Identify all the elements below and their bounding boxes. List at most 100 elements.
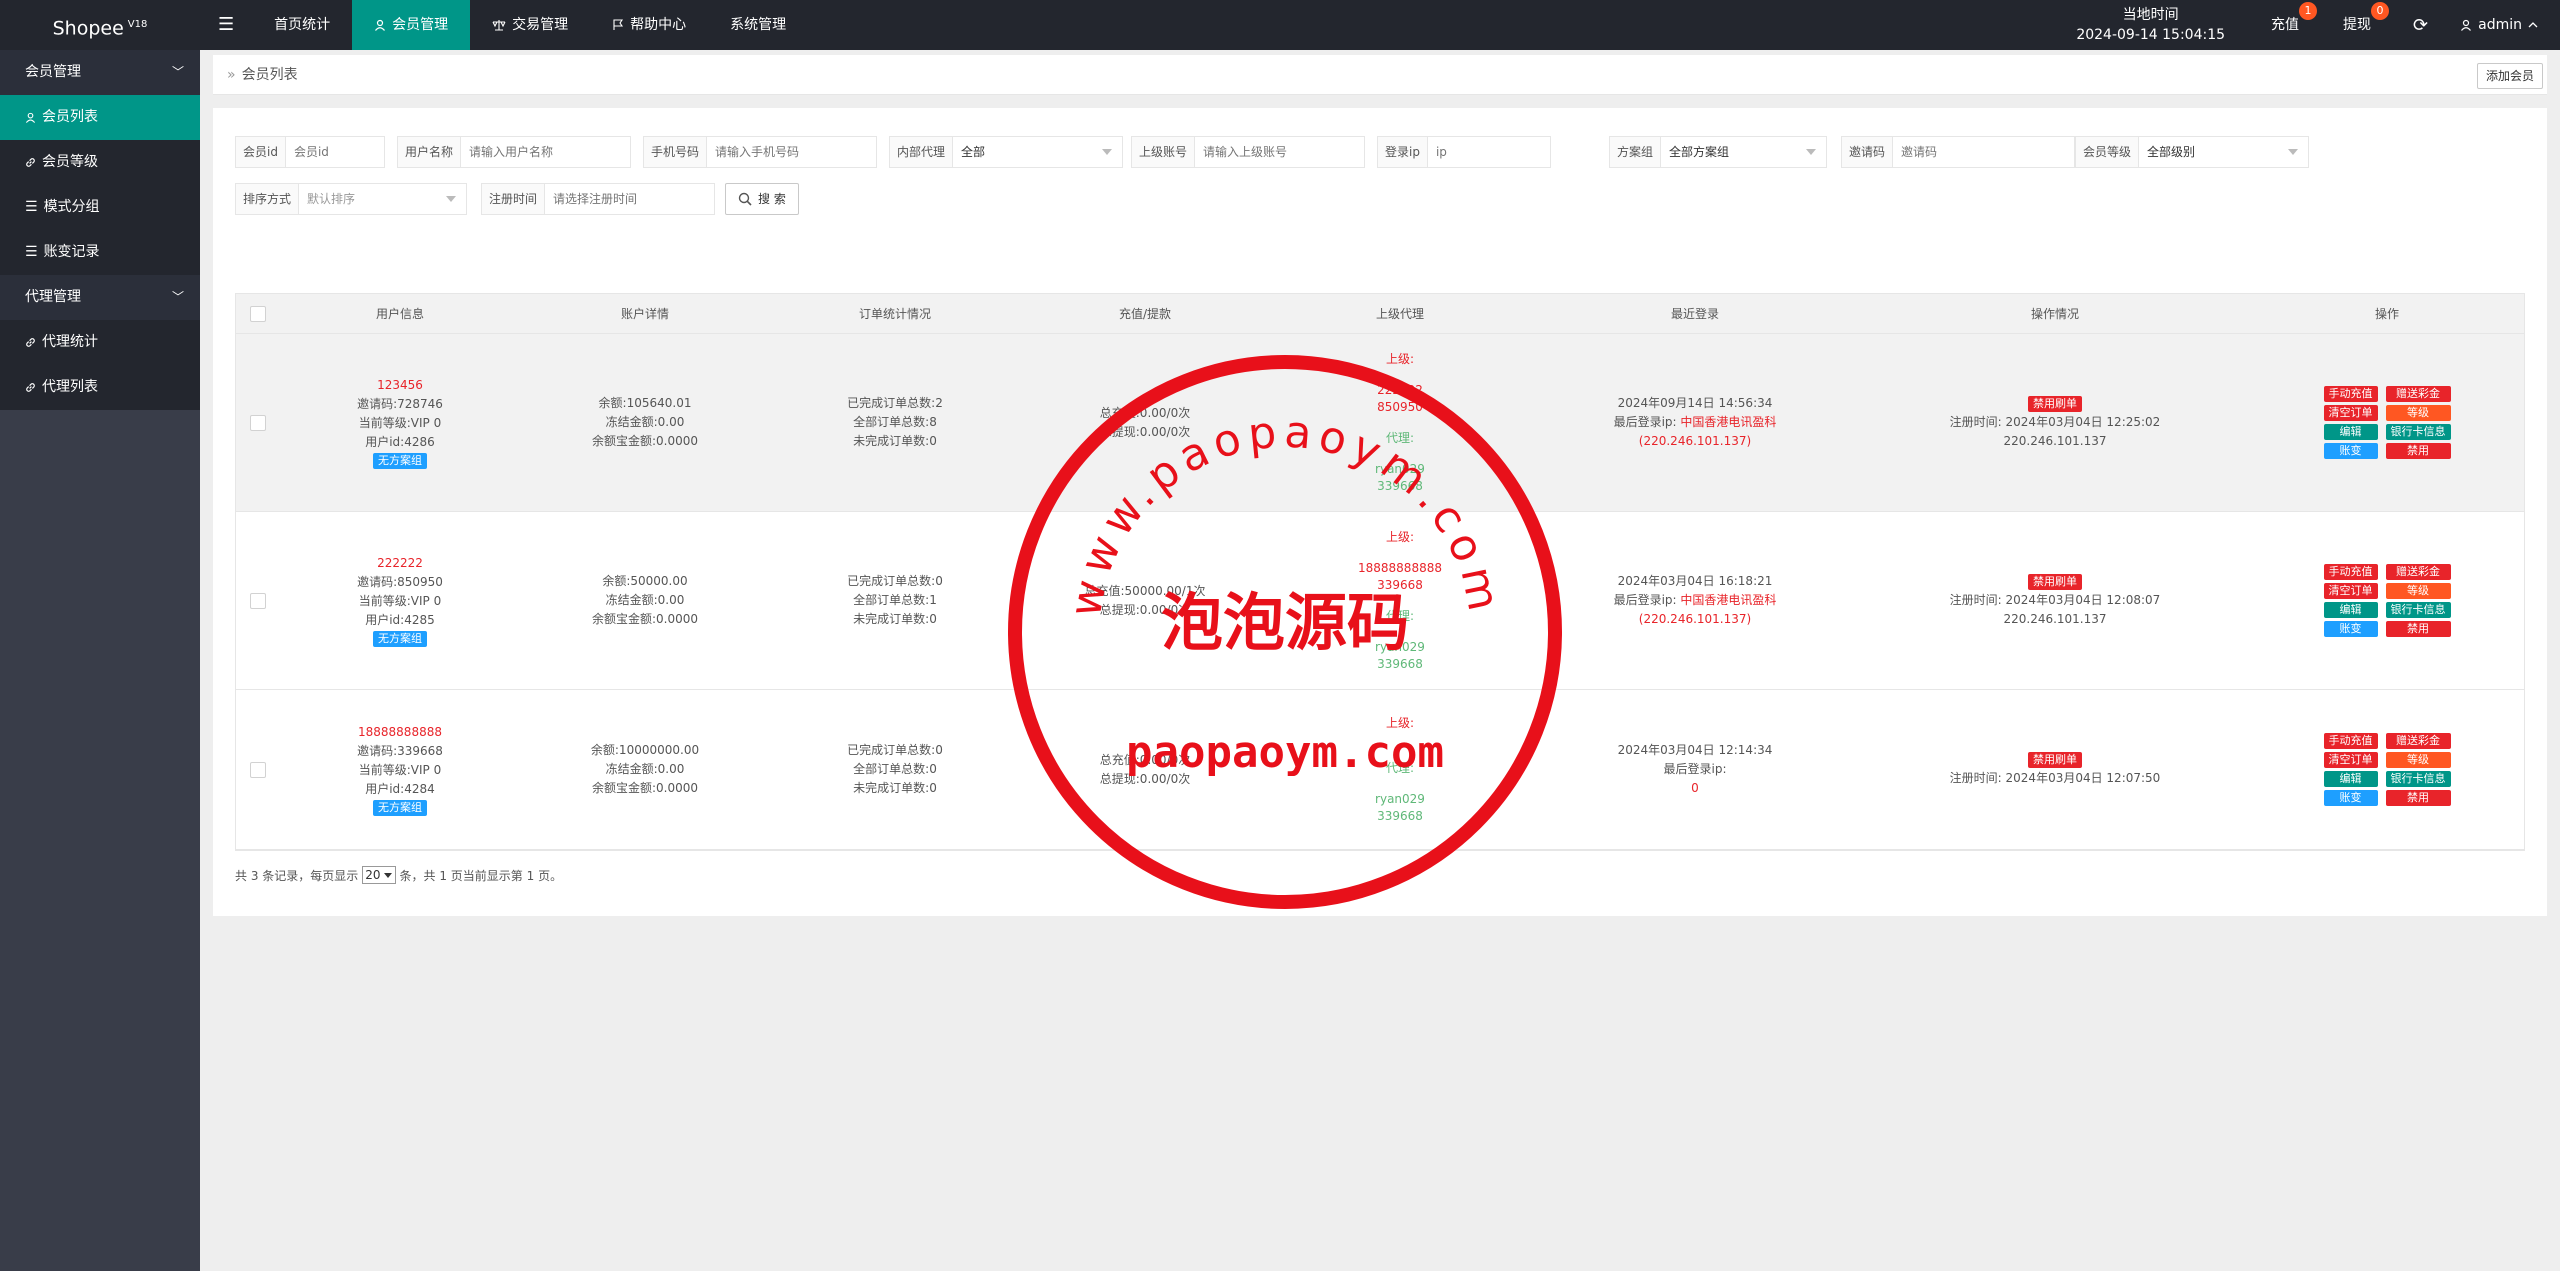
- total-recharge: 总充值:0.00/0次: [1099, 405, 1191, 420]
- level-button[interactable]: 等级: [2385, 752, 2451, 768]
- search-button[interactable]: 搜 索: [725, 183, 799, 215]
- actions-cell: 手动充值 赠送彩金 清空订单 等级 编辑 银行卡信息 账变 禁用: [2250, 334, 2524, 511]
- gift-bonus-button[interactable]: 赠送彩金: [2385, 733, 2451, 749]
- sidebar-item-label: 会员列表: [42, 109, 98, 125]
- sidebar-item-mode-group[interactable]: ☰ 模式分组: [0, 185, 200, 230]
- balance: 余额:10000000.00: [590, 743, 700, 757]
- manual-recharge-button[interactable]: 手动充值: [2323, 733, 2378, 749]
- group-tag[interactable]: 无方案组: [373, 630, 427, 647]
- internal-agent-select[interactable]: 全部: [953, 137, 1122, 167]
- member-level-select[interactable]: 全部级别: [2139, 137, 2308, 167]
- topnav-item-dashboard[interactable]: 首页统计: [252, 0, 352, 50]
- filter-label: 手机号码: [644, 137, 708, 167]
- filter-register-time: 注册时间: [481, 183, 715, 215]
- user-menu[interactable]: admin: [2448, 17, 2560, 33]
- clock-label: 当地时间: [2122, 7, 2179, 23]
- username[interactable]: 18888888888: [358, 723, 442, 742]
- sidebar-group-members[interactable]: 会员管理 ﹀: [0, 50, 200, 95]
- level-button[interactable]: 等级: [2385, 405, 2451, 421]
- sidebar-item-balance-log[interactable]: ☰ 账变记录: [0, 230, 200, 275]
- edit-button[interactable]: 编辑: [2323, 424, 2378, 440]
- breadcrumb-bar: » 会员列表 添加会员: [213, 55, 2547, 95]
- username[interactable]: 123456: [377, 376, 423, 395]
- balance-change-button[interactable]: 账变: [2323, 621, 2378, 637]
- agent-name: ryan029: [1375, 639, 1425, 654]
- user-id: 用户id:4284: [365, 781, 435, 796]
- gift-bonus-button[interactable]: 赠送彩金: [2385, 386, 2451, 402]
- manual-recharge-button[interactable]: 手动充值: [2323, 386, 2378, 402]
- user-icon: [375, 19, 386, 31]
- invite-code: 邀请码:339668: [357, 743, 443, 758]
- filter-login-ip: 登录ip: [1377, 136, 1586, 168]
- last-login-time: 2024年03月04日 12:14:34: [1617, 743, 1773, 757]
- header-cell: 订单统计情况: [858, 307, 931, 321]
- add-member-button[interactable]: 添加会员: [2476, 63, 2543, 89]
- sidebar-item-label: 账变记录: [43, 244, 100, 260]
- clear-orders-button[interactable]: 清空订单: [2323, 752, 2378, 768]
- username-input[interactable]: [461, 137, 630, 167]
- register-time-input[interactable]: [545, 184, 714, 214]
- brand-logo[interactable]: Shopee V18: [0, 0, 200, 50]
- balance-change-button[interactable]: 账变: [2323, 790, 2378, 806]
- sidebar-item-member-list[interactable]: 会员列表: [0, 95, 200, 140]
- balance-change-button[interactable]: 账变: [2323, 443, 2378, 459]
- sort-select[interactable]: 默认排序: [299, 184, 466, 214]
- username[interactable]: 222222: [377, 554, 423, 573]
- superior-input[interactable]: [1195, 137, 1364, 167]
- row-checkbox[interactable]: [250, 761, 266, 778]
- page-size-select[interactable]: 20: [362, 866, 396, 884]
- superior-label: 上级:: [1385, 529, 1415, 544]
- brand-version: V18: [127, 19, 148, 30]
- refresh-icon[interactable]: ⟳: [2393, 15, 2448, 36]
- edit-button[interactable]: 编辑: [2323, 771, 2378, 787]
- top-bar: Shopee V18 ☰ 首页统计 会员管理 交易管理 帮助中心 系统管理 当地时…: [0, 0, 2560, 50]
- filter-label: 方案组: [1610, 137, 1662, 167]
- manual-recharge-button[interactable]: 手动充值: [2323, 564, 2378, 580]
- withdraw-label: 提现: [2343, 17, 2372, 33]
- withdraw-button[interactable]: 提现 0: [2321, 0, 2393, 50]
- topnav-item-members[interactable]: 会员管理: [352, 0, 471, 50]
- disable-brush-tag[interactable]: 禁用刷单: [2028, 573, 2082, 590]
- disable-button[interactable]: 禁用: [2385, 443, 2451, 459]
- gift-bonus-button[interactable]: 赠送彩金: [2385, 564, 2451, 580]
- select-all-checkbox[interactable]: [250, 305, 266, 322]
- disable-brush-tag[interactable]: 禁用刷单: [2028, 752, 2082, 768]
- last-login-ip: (220.246.101.137): [1638, 612, 1752, 626]
- recharge-button[interactable]: 充值 1: [2249, 0, 2321, 50]
- disable-button[interactable]: 禁用: [2385, 621, 2451, 637]
- breadcrumb-current: 会员列表: [241, 67, 298, 83]
- level-button[interactable]: 等级: [2385, 583, 2451, 599]
- invite-code-input[interactable]: [1893, 137, 2074, 167]
- filter-phone: 手机号码: [643, 136, 877, 168]
- phone-input[interactable]: [707, 137, 876, 167]
- row-checkbox[interactable]: [250, 592, 266, 609]
- sidebar-group-agents[interactable]: 代理管理 ﹀: [0, 275, 200, 320]
- sidebar-item-agent-stats[interactable]: 代理统计: [0, 320, 200, 365]
- group-tag[interactable]: 无方案组: [373, 799, 427, 816]
- last-login-cell: 2024年03月04日 16:18:21 最后登录ip: 中国香港电讯盈科 (2…: [1530, 512, 1860, 689]
- login-ip-input[interactable]: [1427, 137, 1586, 167]
- operation-status-cell: 禁用刷单 注册时间: 2024年03月04日 12:08:07 220.246.…: [1860, 512, 2250, 689]
- bank-card-button[interactable]: 银行卡信息: [2385, 771, 2451, 787]
- disable-button[interactable]: 禁用: [2385, 790, 2451, 806]
- recharge-badge: 1: [2299, 2, 2318, 20]
- row-checkbox[interactable]: [250, 414, 266, 431]
- sidebar-item-agent-list[interactable]: 代理列表: [0, 365, 200, 410]
- filter-label: 注册时间: [482, 184, 546, 214]
- topnav-item-trade[interactable]: 交易管理: [470, 0, 590, 50]
- disable-brush-tag[interactable]: 禁用刷单: [2028, 395, 2082, 412]
- orders-pending: 未完成订单数:0: [853, 781, 937, 795]
- plan-group-select[interactable]: 全部方案组: [1661, 137, 1826, 167]
- clear-orders-button[interactable]: 清空订单: [2323, 583, 2378, 599]
- bank-card-button[interactable]: 银行卡信息: [2385, 424, 2451, 440]
- member-table: 用户信息 账户详情 订单统计情况 充值/提款 上级代理 最近登录 操作情况 操作…: [235, 293, 2525, 851]
- clear-orders-button[interactable]: 清空订单: [2323, 405, 2378, 421]
- menu-toggle-icon[interactable]: ☰: [200, 0, 252, 50]
- topnav-item-system[interactable]: 系统管理: [708, 0, 808, 50]
- group-tag[interactable]: 无方案组: [373, 452, 427, 469]
- bank-card-button[interactable]: 银行卡信息: [2385, 602, 2451, 618]
- chevron-down-icon: ﹀: [171, 290, 184, 304]
- sidebar-item-member-level[interactable]: 会员等级: [0, 140, 200, 185]
- edit-button[interactable]: 编辑: [2323, 602, 2378, 618]
- topnav-item-help[interactable]: 帮助中心: [590, 0, 708, 50]
